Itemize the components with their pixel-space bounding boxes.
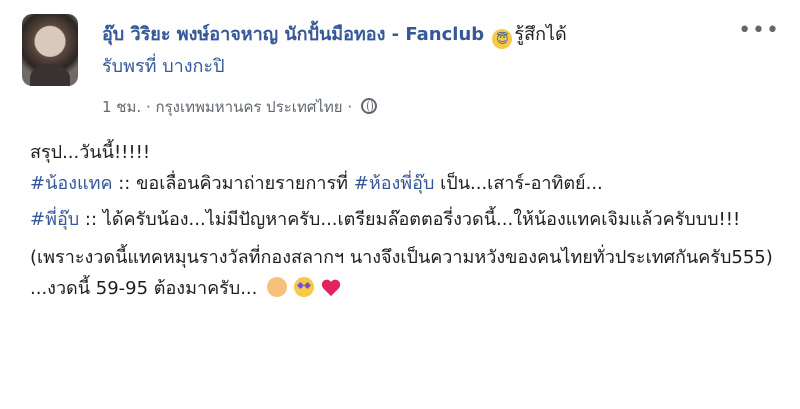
more-options-icon[interactable]: ••• <box>738 18 780 43</box>
avatar[interactable] <box>22 14 78 86</box>
post-paragraph: #น้องแทค :: ขอเลื่อนคิวมาถ่ายรายการที่ #… <box>30 168 780 199</box>
star-struck-icon <box>293 277 314 297</box>
hashtag-link[interactable]: #พี่อุ๊บ <box>30 209 79 230</box>
post-time[interactable]: 1 ชม. <box>102 98 141 116</box>
author-name[interactable]: อุ๊บ วิริยะ พงษ์อาจหาญ นักปั้นมือทอง - F… <box>102 24 484 45</box>
paragraph-text: เป็น...เสาร์-อาทิตย์... <box>434 173 603 194</box>
facebook-post: อุ๊บ วิริยะ พงษ์อาจหาญ นักปั้นมือทอง - F… <box>0 0 800 409</box>
paragraph-text: (เพราะงวดนี้แทคหมุนรางวัลที่กองสลากฯ นาง… <box>30 247 773 268</box>
post-paragraph: (เพราะงวดนี้แทคหมุนรางวัลที่กองสลากฯ นาง… <box>30 242 780 307</box>
red-heart-icon <box>321 279 341 297</box>
hashtag-link[interactable]: #น้องแทค <box>30 173 113 194</box>
paragraph-text: :: ขอเลื่อนคิวมาถ่ายรายการที่ <box>112 173 354 194</box>
feeling-label: รู้สึกได้ <box>514 24 567 45</box>
folded-hands-icon <box>267 277 288 297</box>
globe-icon[interactable] <box>360 98 377 114</box>
post-location[interactable]: กรุงเทพมหานคร ประเทศไทย <box>156 98 343 116</box>
hashtag-link[interactable]: #ห้องพี่อุ๊บ <box>354 173 435 194</box>
post-paragraph: #พี่อุ๊บ :: ได้ครับน้อง...ไม่มีปัญหาครับ… <box>30 204 780 235</box>
meta-separator: · <box>145 98 151 116</box>
halo-emoji-icon: 😇 <box>492 29 513 49</box>
post-body: สรุป...วันนี้!!!!! #น้องแทค :: ขอเลื่อนค… <box>30 137 780 307</box>
paragraph-text: ...งวดนี้ 59-95 ต้องมาครับ... <box>30 278 258 299</box>
post-meta: 1 ชม. · กรุงเทพมหานคร ประเทศไทย · <box>102 95 377 119</box>
post-header: อุ๊บ วิริยะ พงษ์อาจหาญ นักปั้นมือทอง - F… <box>102 19 567 49</box>
paragraph-text: :: ได้ครับน้อง...ไม่มีปัญหาครับ...เตรียม… <box>79 209 741 230</box>
meta-separator: · <box>347 98 353 116</box>
feeling-location[interactable]: รับพรที่ บางกะปิ <box>102 51 225 80</box>
post-line-summary: สรุป...วันนี้!!!!! <box>30 142 151 163</box>
emoji-group <box>267 276 341 307</box>
